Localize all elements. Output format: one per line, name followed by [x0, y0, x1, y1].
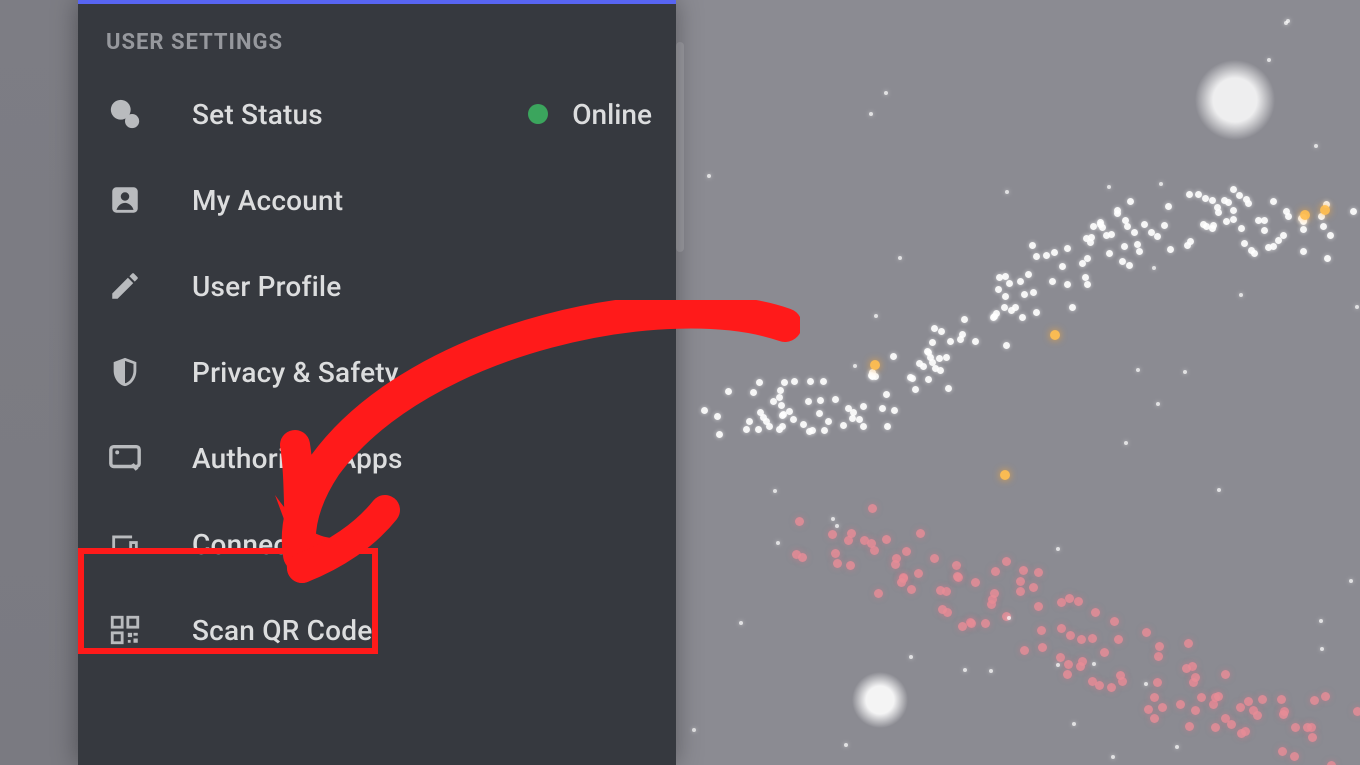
left-sliver: y: [0, 0, 78, 765]
shield-icon: [106, 353, 144, 391]
menu-item-privacy-safety[interactable]: Privacy & Safety: [78, 329, 676, 415]
menu-item-label: Set Status: [192, 98, 323, 131]
apps-icon: [106, 439, 144, 477]
menu-item-connections[interactable]: Connections: [78, 501, 676, 587]
menu-item-my-account[interactable]: My Account: [78, 157, 676, 243]
menu-item-set-status[interactable]: Set Status Online: [78, 71, 676, 157]
status-icon: [106, 95, 144, 133]
menu-item-label: Authorized Apps: [192, 442, 403, 475]
menu-item-label: Privacy & Safety: [192, 356, 399, 389]
menu-item-authorized-apps[interactable]: Authorized Apps: [78, 415, 676, 501]
settings-menu: Set Status Online My Account User Profil…: [78, 71, 676, 673]
menu-item-user-profile[interactable]: User Profile: [78, 243, 676, 329]
qr-icon: [106, 611, 144, 649]
user-settings-panel: USER SETTINGS Set Status Online My Accou…: [78, 0, 676, 765]
status-indicator: Online: [528, 98, 652, 131]
pencil-icon: [106, 267, 144, 305]
panel-header: USER SETTINGS: [78, 4, 676, 71]
menu-item-label: User Profile: [192, 270, 341, 303]
status-text: Online: [572, 98, 652, 131]
scrollbar[interactable]: [676, 42, 684, 252]
online-dot-icon: [528, 104, 548, 124]
menu-item-label: My Account: [192, 184, 343, 217]
menu-item-label: Connections: [192, 528, 352, 561]
devices-icon: [106, 525, 144, 563]
menu-item-label: Scan QR Code: [192, 614, 372, 647]
account-icon: [106, 181, 144, 219]
menu-item-scan-qr[interactable]: Scan QR Code: [78, 587, 676, 673]
